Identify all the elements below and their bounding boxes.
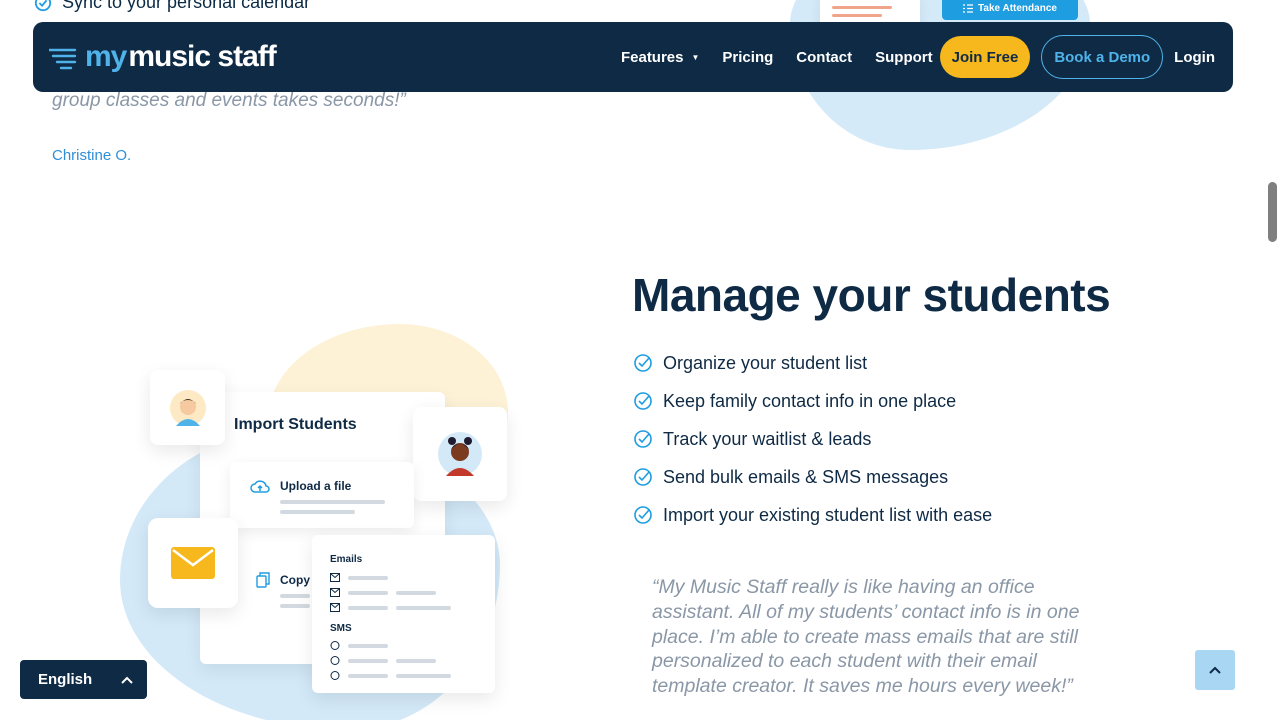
check-circle-icon [634,468,652,486]
chevron-up-icon [121,676,133,684]
emails-heading: Emails [330,554,363,565]
envelope-icon [171,547,215,579]
scrollbar-thumb[interactable] [1268,182,1277,242]
feature-item: Send bulk emails & SMS messages [633,458,992,496]
check-circle-icon [634,506,652,524]
sms-row [330,641,388,650]
nav-login[interactable]: Login [1174,49,1215,66]
email-row [330,573,388,582]
list-icon [963,3,974,13]
feature-label: Import your existing student list with e… [663,504,993,525]
feature-label: Organize your student list [663,352,868,373]
sms-row [330,671,451,680]
language-selector[interactable]: English [20,660,147,699]
sms-heading: SMS [330,623,352,634]
avatar-card-boy [150,370,225,445]
previous-check-item: Sync to your personal calendar [34,0,310,13]
join-free-button[interactable]: Join Free [939,36,1031,78]
chat-bubble-icon [330,656,340,665]
language-label: English [38,671,93,688]
section-title: Manage your students [632,269,1111,321]
email-row [330,588,436,597]
nav-features[interactable]: Features ▼ [621,49,699,66]
feature-label: Keep family contact info in one place [663,390,957,411]
import-students-title: Import Students [234,416,357,433]
cloud-upload-icon [250,480,270,493]
nav-pricing[interactable]: Pricing [722,49,773,66]
boy-avatar-icon [169,389,206,426]
feature-label: Send bulk emails & SMS messages [663,466,949,487]
feature-list: Organize your student list Keep family c… [633,344,992,534]
take-attendance-label: Take Attendance [978,2,1057,14]
email-row [330,603,451,612]
previous-quote: group classes and events takes seconds!” [52,90,406,111]
previous-quote-author: Christine O. [52,147,132,164]
nav-support[interactable]: Support [875,49,933,66]
take-attendance-button: Take Attendance [942,0,1078,20]
girl-avatar-icon [438,432,482,476]
feature-label: Track your waitlist & leads [663,428,872,449]
mail-icon [330,588,340,597]
upload-file-label: Upload a file [280,479,352,493]
chat-bubble-icon [330,671,340,680]
nav-contact[interactable]: Contact [796,49,852,66]
mail-icon [330,603,340,612]
chat-bubble-icon [330,641,340,650]
check-circle-icon [634,354,652,372]
feature-item: Organize your student list [633,344,992,382]
logo-music-staff: music staff [128,40,276,73]
mail-icon [330,573,340,582]
logo-lines-icon [49,48,77,70]
book-demo-button[interactable]: Book a Demo [1041,35,1164,79]
check-circle-icon [34,0,52,11]
previous-check-label: Sync to your personal calendar [62,0,311,12]
messages-card: Emails SMS [312,535,495,693]
mail-card [148,518,238,608]
sms-row [330,656,436,665]
main-navbar: my music staff Features ▼ Pricing Contac… [33,22,1233,92]
nav-links: Features ▼ Pricing Contact Support Join … [621,35,1215,79]
testimonial-quote: “My Music Staff really is like having an… [652,576,1080,698]
copy-icon [256,572,270,588]
nav-features-label: Features [620,48,684,66]
caret-down-icon: ▼ [691,52,700,62]
feature-item: Import your existing student list with e… [633,496,992,534]
upload-file-card: Upload a file [230,462,414,528]
logo-my: my [85,40,127,73]
feature-item: Keep family contact info in one place [633,382,992,420]
avatar-card-girl [413,407,507,501]
back-to-top-button[interactable] [1195,650,1235,690]
check-circle-icon [634,392,652,410]
feature-item: Track your waitlist & leads [633,420,992,458]
check-circle-icon [634,430,652,448]
site-logo[interactable]: my music staff [49,40,277,74]
copy-label: Copy [280,573,310,587]
chevron-up-icon [1209,666,1221,674]
